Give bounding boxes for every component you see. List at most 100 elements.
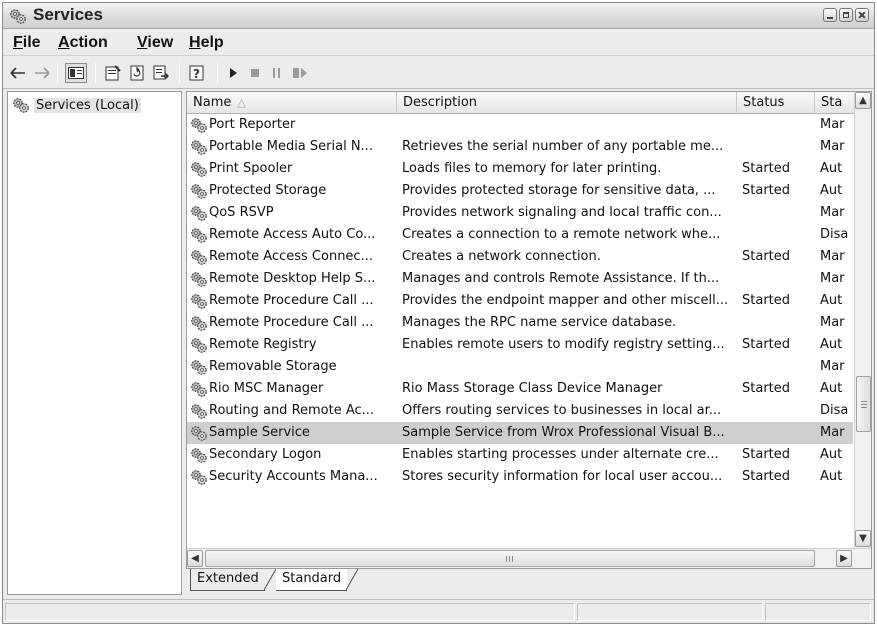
service-gear-icon [191, 140, 207, 155]
column-header-name[interactable]: Name △ [187, 92, 397, 114]
maximize-icon [843, 12, 849, 18]
table-row[interactable]: Sample Service Sample Service from Wrox P… [187, 422, 853, 444]
table-row[interactable]: QoS RSVP Provides network signaling and l… [187, 202, 853, 224]
tree-item-label: Services (Local) [34, 97, 141, 113]
scroll-right-button[interactable]: ▶ [836, 550, 852, 567]
status-pane-secondary [577, 603, 763, 621]
maximize-button[interactable] [839, 8, 853, 22]
table-row[interactable]: Remote Registry Enables remote users to m… [187, 334, 853, 356]
tree-item-services-local[interactable]: Services (Local) [12, 96, 141, 114]
service-startup-type: Mar [820, 359, 845, 374]
table-row[interactable]: Print Spooler Loads files to memory for l… [187, 158, 853, 180]
service-description: Offers routing services to businesses in… [402, 403, 722, 418]
title-bar: Services [3, 3, 874, 29]
table-row[interactable]: Remote Access Auto Co... Creates a connec… [187, 224, 853, 246]
service-startup-type: Aut [820, 447, 843, 462]
service-startup-type: Disa [820, 227, 849, 242]
console-tree: Services (Local) [7, 91, 182, 595]
service-gear-icon [191, 206, 207, 221]
column-header-startup-type[interactable]: Sta [815, 92, 855, 114]
service-status: Started [742, 183, 791, 198]
service-name: Remote Registry [209, 337, 317, 352]
scroll-left-button[interactable]: ◀ [187, 550, 203, 567]
table-row[interactable]: Routing and Remote Ac... Offers routing s… [187, 400, 853, 422]
service-description: Stores security information for local us… [402, 469, 723, 484]
service-status: Started [742, 337, 791, 352]
status-pane-tertiary [765, 603, 871, 621]
horizontal-scroll-thumb[interactable] [205, 550, 815, 567]
service-status: Started [742, 381, 791, 396]
close-button[interactable] [855, 8, 869, 22]
service-gear-icon [191, 426, 207, 441]
service-gear-icon [191, 360, 207, 375]
pause-service-button[interactable] [269, 63, 285, 83]
refresh-button[interactable] [127, 63, 147, 83]
service-startup-type: Aut [820, 469, 843, 484]
show-hide-tree-button[interactable] [65, 63, 87, 83]
table-row[interactable]: Portable Media Serial N... Retrieves the … [187, 136, 853, 158]
service-startup-type: Mar [820, 205, 845, 220]
table-row[interactable]: Protected Storage Provides protected stor… [187, 180, 853, 202]
column-header-status[interactable]: Status [737, 92, 815, 114]
horizontal-scrollbar[interactable]: ◀ ▶ [187, 548, 871, 568]
service-description: Creates a connection to a remote network… [402, 227, 721, 242]
service-name: Print Spooler [209, 161, 293, 176]
service-status: Started [742, 447, 791, 462]
start-service-button[interactable] [225, 63, 241, 83]
service-startup-type: Disa [820, 403, 849, 418]
stop-service-icon [251, 69, 259, 77]
toolbar: ? [3, 57, 874, 89]
scroll-up-button[interactable]: ▲ [855, 92, 871, 109]
menu-file[interactable]: File [13, 34, 41, 52]
table-row[interactable]: Security Accounts Mana... Stores security… [187, 466, 853, 488]
services-window: Services File Action View Help ? Service… [2, 2, 875, 624]
table-row[interactable]: Port Reporter Mar [187, 114, 853, 136]
table-row[interactable]: Removable Storage Mar [187, 356, 853, 378]
sort-ascending-icon: △ [237, 96, 246, 109]
tab-extended[interactable]: Extended [190, 569, 265, 591]
scroll-down-button[interactable]: ▼ [855, 530, 871, 547]
service-description: Enables starting processes under alterna… [402, 447, 719, 462]
table-row[interactable]: Rio MSC Manager Rio Mass Storage Class De… [187, 378, 853, 400]
pause-service-icon [273, 68, 280, 78]
minimize-icon [827, 17, 833, 19]
table-row[interactable]: Remote Access Connec... Creates a network… [187, 246, 853, 268]
service-gear-icon [191, 184, 207, 199]
column-header-description[interactable]: Description [397, 92, 737, 114]
back-button[interactable] [9, 63, 27, 83]
service-name: Removable Storage [209, 359, 337, 374]
service-gear-icon [191, 294, 207, 309]
export-list-button[interactable] [151, 63, 171, 83]
service-description: Manages and controls Remote Assistance. … [402, 271, 720, 286]
table-row[interactable]: Remote Procedure Call ... Manages the RPC… [187, 312, 853, 334]
menu-help[interactable]: Help [189, 34, 224, 52]
menu-action[interactable]: Action [58, 34, 108, 52]
service-gear-icon [191, 404, 207, 419]
service-startup-type: Mar [820, 117, 845, 132]
table-row[interactable]: Secondary Logon Enables starting processe… [187, 444, 853, 466]
service-name: Port Reporter [209, 117, 296, 132]
stop-service-button[interactable] [247, 63, 263, 83]
minimize-button[interactable] [823, 8, 837, 22]
service-name: Remote Access Auto Co... [209, 227, 376, 242]
service-startup-type: Mar [820, 425, 845, 440]
service-description: Sample Service from Wrox Professional Vi… [402, 425, 725, 440]
menu-view[interactable]: View [137, 34, 173, 52]
table-row[interactable]: Remote Desktop Help S... Manages and cont… [187, 268, 853, 290]
start-service-icon [230, 68, 237, 78]
service-gear-icon [191, 250, 207, 265]
service-gear-icon [191, 272, 207, 287]
services-gears-icon [13, 98, 29, 113]
table-row[interactable]: Remote Procedure Call ... Provides the en… [187, 290, 853, 312]
vertical-scroll-thumb[interactable] [856, 376, 871, 432]
tab-standard[interactable]: Standard [276, 569, 348, 591]
forward-button[interactable] [33, 63, 51, 83]
vertical-scrollbar[interactable]: ▲ ▼ [854, 92, 871, 548]
service-description: Provides the endpoint mapper and other m… [402, 293, 729, 308]
service-startup-type: Aut [820, 293, 843, 308]
help-button[interactable]: ? [187, 63, 209, 83]
restart-service-button[interactable] [291, 63, 309, 83]
properties-button[interactable] [103, 63, 123, 83]
service-gear-icon [191, 118, 207, 133]
service-name: Remote Procedure Call ... [209, 315, 374, 330]
